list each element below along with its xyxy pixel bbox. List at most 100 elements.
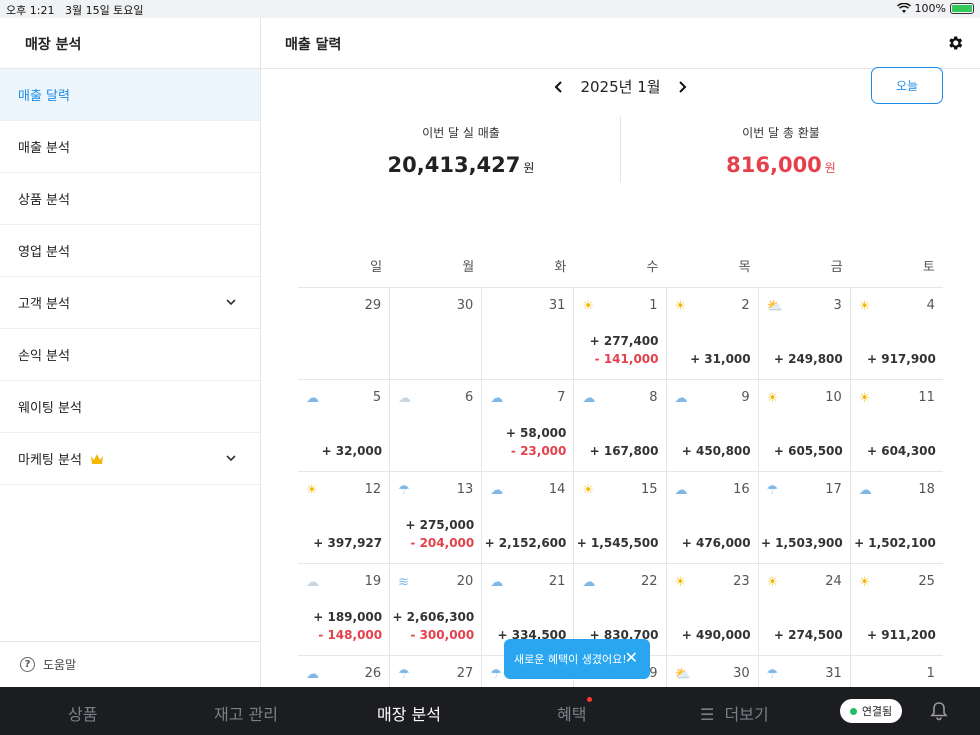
calendar-day-cell[interactable]: ☀ 12 + 397,927	[298, 472, 391, 563]
calendar-day-cell[interactable]: ☁ 19 + 189,000 - 148,000	[298, 564, 391, 655]
calendar-day-cell[interactable]: ≋ 20 + 2,606,300 - 300,000	[390, 564, 483, 655]
day-number: 31	[548, 298, 566, 313]
today-button[interactable]: 오늘	[871, 67, 943, 104]
day-sales: + 58,000	[505, 426, 567, 440]
status-left: 오후 1:21 3월 15일 토요일	[6, 2, 144, 18]
day-number: 12	[364, 482, 382, 497]
calendar-day-cell[interactable]: ☁ 7 + 58,000 - 23,000	[482, 380, 575, 471]
weekday-header: 일월화수목금토	[298, 250, 943, 288]
day-number: 3	[833, 298, 842, 313]
wifi-icon	[896, 3, 911, 13]
calendar-day-cell[interactable]: ☀ 2 + 31,000	[667, 288, 759, 379]
calendar-day-cell[interactable]: ☀ 15 + 1,545,500	[574, 472, 667, 563]
calendar-day-cell[interactable]: 30	[390, 288, 483, 379]
calendar-day-cell[interactable]: ☁ 16 + 476,000	[667, 472, 759, 563]
calendar-day-cell[interactable]: ☁ 6	[390, 380, 483, 471]
status-bar: 오후 1:21 3월 15일 토요일 100%	[0, 0, 980, 18]
weekday-label: 화	[554, 260, 567, 275]
tab-more[interactable]: ☰ 더보기	[700, 701, 769, 725]
calendar-day-cell[interactable]: ☀ 24 + 274,500	[759, 564, 851, 655]
sun-icon: ☀	[674, 299, 687, 314]
calendar-day-cell[interactable]: ☂ 31	[759, 656, 851, 687]
notification-toast[interactable]: 새로운 혜택이 생겼어요! ✕	[504, 639, 650, 679]
status-dot	[849, 707, 857, 715]
sidebar-item[interactable]: 웨이팅 분석	[0, 381, 260, 433]
day-sales: + 397,927	[313, 536, 383, 550]
chevron-left-icon[interactable]	[552, 80, 566, 94]
gear-icon[interactable]	[946, 34, 964, 52]
sidebar-item-label: 매출 달력	[18, 89, 70, 104]
sidebar-item[interactable]: 매출 달력	[0, 69, 260, 121]
weekday-label: 일	[370, 260, 383, 275]
calendar-day-cell[interactable]: ☂ 27	[390, 656, 483, 687]
day-number: 16	[733, 482, 750, 497]
calendar-day-cell[interactable]: ☁ 14 + 2,152,600	[482, 472, 575, 563]
bell-icon[interactable]	[930, 701, 948, 721]
close-icon[interactable]: ✕	[625, 649, 638, 667]
partly-cloudy-icon: ⛅	[766, 299, 783, 314]
rain-icon: ☂	[398, 483, 410, 498]
day-sales: + 189,000	[313, 610, 383, 624]
calendar-day-cell[interactable]: ☁ 5 + 32,000	[298, 380, 391, 471]
sidebar-item[interactable]: 매출 분석	[0, 121, 260, 173]
calendar-day-cell[interactable]: ☂ 17 + 1,503,900	[759, 472, 851, 563]
refund-label: 이번 달 총 환불	[742, 126, 820, 140]
rain-icon: ☂	[398, 667, 410, 682]
chevron-down-icon[interactable]	[224, 451, 238, 465]
calendar-week: ☀ 12 + 397,927 ☂ 13 + 275,000 - 204,000 ☁ 14 + 2,…	[298, 472, 943, 564]
chevron-down-icon[interactable]	[224, 295, 238, 309]
calendar-day-cell[interactable]: ☁ 8 + 167,800	[574, 380, 667, 471]
question-icon: ?	[20, 657, 35, 672]
calendar-day-cell[interactable]: ☀ 23 + 490,000	[667, 564, 759, 655]
day-number: 27	[456, 666, 474, 681]
refund-summary: 이번 달 총 환불 816,000 원	[621, 116, 941, 177]
tab-inventory[interactable]: 재고 관리	[214, 701, 278, 725]
day-number: 14	[548, 482, 566, 497]
day-sales: + 911,200	[866, 628, 936, 642]
sidebar-item[interactable]: 고객 분석	[0, 277, 260, 329]
calendar-day-cell[interactable]: 31	[482, 288, 575, 379]
sun-icon: ☀	[858, 299, 871, 314]
calendar-day-cell[interactable]: ☁ 26	[298, 656, 391, 687]
day-sales: + 605,500	[773, 444, 843, 458]
calendar-day-cell[interactable]: ☀ 4 + 917,900	[851, 288, 943, 379]
sidebar-item[interactable]: 손익 분석	[0, 329, 260, 381]
day-sales: + 274,500	[773, 628, 843, 642]
battery-percent: 100%	[914, 2, 946, 15]
help-button[interactable]: ? 도움말	[0, 641, 260, 687]
day-refund: - 300,000	[410, 628, 475, 642]
cloud-icon: ☁	[674, 391, 688, 406]
calendar-day-cell[interactable]: ⛅ 30	[667, 656, 759, 687]
tab-store-analysis[interactable]: 매장 분석	[377, 701, 441, 725]
calendar-day-cell[interactable]: ☁ 9 + 450,800	[667, 380, 759, 471]
day-sales: + 1,502,100	[854, 536, 936, 550]
connection-status-badge[interactable]: 연결됨	[840, 699, 902, 723]
calendar-day-cell[interactable]: ☀ 11 + 604,300	[851, 380, 943, 471]
cloud-icon: ☁	[306, 575, 319, 590]
sidebar-item[interactable]: 상품 분석	[0, 173, 260, 225]
sidebar-item-label: 상품 분석	[18, 193, 70, 208]
cloud-icon: ☁	[582, 575, 596, 590]
calendar-day-cell[interactable]: ☀ 1 + 277,400 - 141,000	[574, 288, 667, 379]
rain-icon: ☂	[766, 483, 779, 498]
tab-benefits[interactable]: 혜택	[557, 697, 593, 725]
sidebar-item[interactable]: 마케팅 분석	[0, 433, 260, 485]
calendar-day-cell[interactable]: 1	[851, 656, 943, 687]
calendar-day-cell[interactable]: ☂ 13 + 275,000 - 204,000	[390, 472, 483, 563]
calendar-day-cell[interactable]: 29	[298, 288, 391, 379]
day-sales: + 476,000	[681, 536, 751, 550]
sidebar-item[interactable]: 영업 분석	[0, 225, 260, 277]
day-number: 1	[926, 666, 935, 681]
calendar-day-cell[interactable]: ☁ 18 + 1,502,100	[851, 472, 943, 563]
calendar-day-cell[interactable]: ☀ 10 + 605,500	[759, 380, 851, 471]
day-number: 21	[548, 574, 566, 589]
calendar-day-cell[interactable]: ☀ 25 + 911,200	[851, 564, 943, 655]
day-refund: - 204,000	[410, 536, 475, 550]
calendar-day-cell[interactable]: ⛅ 3 + 249,800	[759, 288, 851, 379]
new-badge-dot	[587, 697, 593, 702]
tab-products[interactable]: 상품	[68, 701, 97, 725]
sun-icon: ☀	[766, 575, 779, 590]
tab-benefits-label: 혜택	[557, 705, 587, 724]
chevron-right-icon[interactable]	[675, 80, 689, 94]
sun-icon: ☀	[306, 483, 318, 498]
